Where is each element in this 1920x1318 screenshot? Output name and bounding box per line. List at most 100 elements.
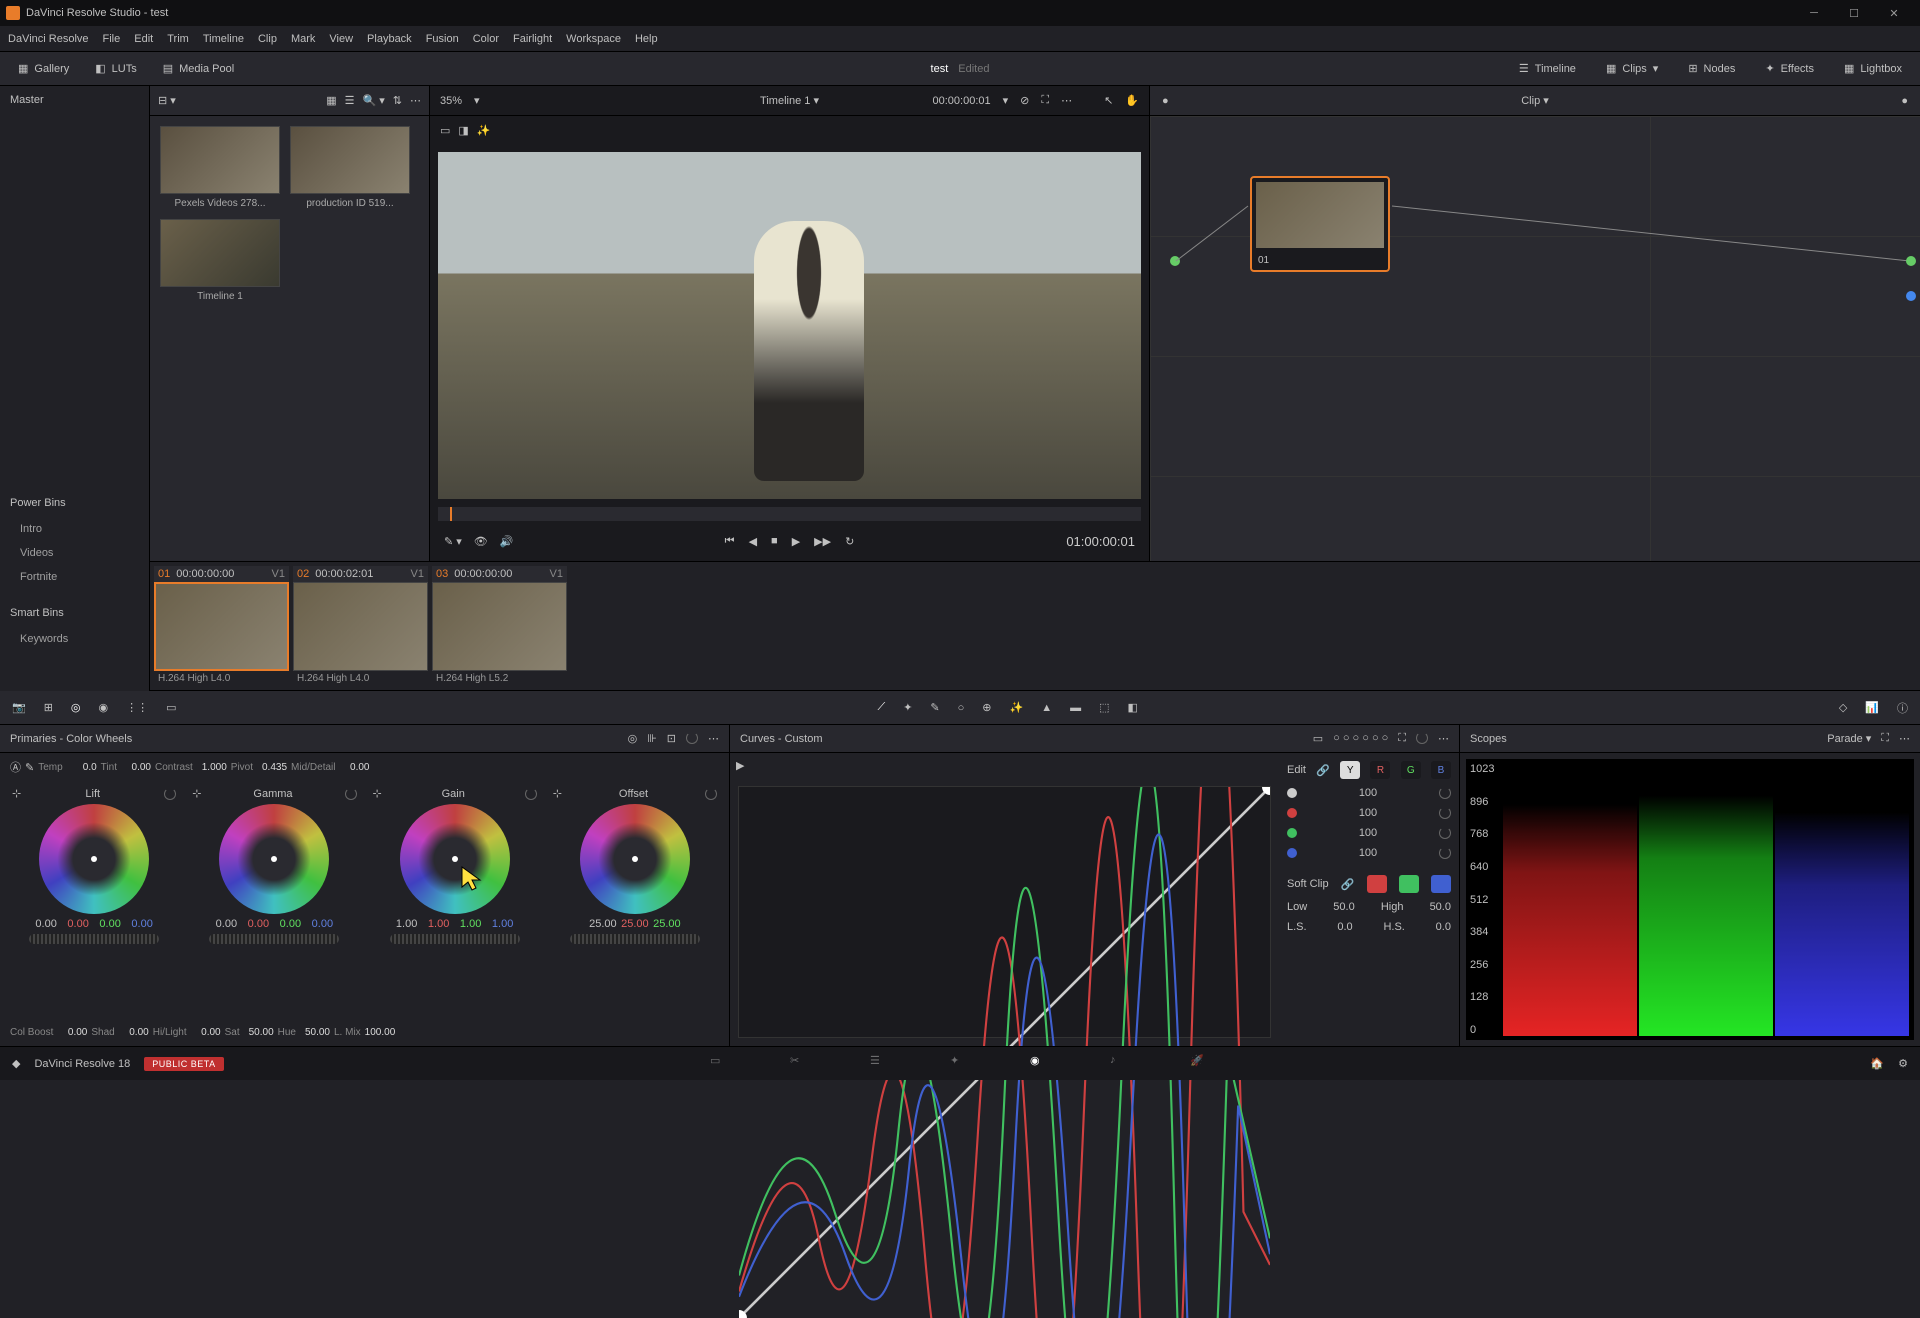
thumb-view-icon[interactable]: ▦ [326,94,336,107]
tint-value[interactable]: 0.00 [121,762,151,773]
scopes-icon[interactable]: 📊 [1865,701,1879,714]
channel-r-button[interactable]: R [1370,761,1390,779]
pivot-value[interactable]: 0.435 [257,762,287,773]
primaries-reset-icon[interactable] [686,732,698,744]
softclip-hs[interactable]: 0.0 [1436,921,1451,933]
wheel-mode-icon[interactable]: ◎ [628,732,638,745]
home-logo-icon[interactable]: ◆ [12,1057,20,1070]
menu-view[interactable]: View [329,33,353,45]
menu-color[interactable]: Color [473,33,499,45]
image-wipe-icon[interactable]: ▭ [440,124,450,137]
softclip-ls[interactable]: 0.0 [1337,921,1352,933]
wheel-jog[interactable] [390,934,520,944]
keyframe-icon[interactable]: ◇ [1839,701,1847,714]
3d-icon[interactable]: ◧ [1128,701,1138,714]
wheel-jog[interactable] [29,934,159,944]
node-graph[interactable]: 01 [1150,116,1920,561]
menu-file[interactable]: File [103,33,121,45]
search-icon[interactable]: 🔍 ▾ [363,94,385,107]
wheel-picker-icon[interactable]: ⊹ [373,787,382,800]
wheel-values[interactable]: 0.000.000.000.00 [212,918,336,930]
list-view-icon[interactable]: ☰ [345,94,355,107]
power-bins-header[interactable]: Power Bins [0,489,149,517]
sizing-icon[interactable]: ⬚ [1099,701,1109,714]
wheel-reset-icon[interactable] [345,788,357,800]
mediapool-button[interactable]: ▤ Media Pool [155,58,242,79]
node-output[interactable] [1906,256,1916,266]
viewer-scrubber[interactable] [438,507,1141,521]
menu-trim[interactable]: Trim [167,33,189,45]
expand-icon[interactable]: ⛶ [1041,94,1049,107]
first-frame-button[interactable]: ⏮ [725,535,735,548]
intensity-g[interactable]: 100 [1359,827,1377,839]
hdr-wheels-icon[interactable]: ◉ [99,701,109,714]
maximize-button[interactable]: ☐ [1834,0,1874,26]
color-wheel-lift[interactable] [39,804,149,914]
window-icon[interactable]: ○ [958,702,965,714]
softclip-link-icon[interactable]: 🔗 [1341,878,1355,891]
contrast-value[interactable]: 1.000 [197,762,227,773]
magic-mask-icon[interactable]: ✨ [1010,701,1024,714]
hand-tool-icon[interactable]: ✋ [1125,94,1139,107]
clips-button[interactable]: ▦ Clips ▾ [1598,58,1666,79]
viewer-options-icon[interactable]: ⋯ [1061,94,1072,107]
softclip-high[interactable]: 50.0 [1430,901,1451,913]
sort-icon[interactable]: ⇅ [393,94,402,107]
curves-reset-icon[interactable] [1416,732,1428,744]
media-thumb[interactable]: Pexels Videos 278... [160,126,280,209]
wheel-picker-icon[interactable]: ⊹ [553,787,562,800]
pick-white-icon[interactable]: ✎ [25,761,34,774]
warper-icon[interactable]: ✦ [903,701,912,714]
colboost-value[interactable]: 0.00 [57,1027,87,1038]
wheel-jog[interactable] [209,934,339,944]
smart-bins-header[interactable]: Smart Bins [0,599,149,627]
deliver-page-icon[interactable]: 🚀 [1190,1054,1210,1074]
channel-b-button[interactable]: B [1431,761,1451,779]
link-channels-icon[interactable]: 🔗 [1316,764,1330,777]
color-wheel-gamma[interactable] [219,804,329,914]
color-page-icon[interactable]: ◉ [1030,1054,1050,1074]
hilight-value[interactable]: 0.00 [191,1027,221,1038]
scopes-options-icon[interactable]: ⋯ [1899,732,1910,745]
curves-expand-icon[interactable]: ⛶ [1398,732,1406,745]
scopes-expand-icon[interactable]: ⛶ [1881,732,1889,745]
hue-value[interactable]: 50.00 [300,1027,330,1038]
menu-workspace[interactable]: Workspace [566,33,621,45]
wheel-values[interactable]: 1.001.001.001.00 [393,918,517,930]
media-page-icon[interactable]: ▭ [710,1054,730,1074]
reset-r-icon[interactable] [1439,807,1451,819]
pointer-tool-icon[interactable]: ↖ [1104,94,1113,107]
effects-button[interactable]: ✦ Effects [1757,58,1822,79]
primaries-options-icon[interactable]: ⋯ [708,732,719,745]
color-wheel-offset[interactable] [580,804,690,914]
reset-b-icon[interactable] [1439,847,1451,859]
menu-playback[interactable]: Playback [367,33,412,45]
softclip-b-button[interactable] [1431,875,1451,893]
wheel-jog[interactable] [570,934,700,944]
wheel-picker-icon[interactable]: ⊹ [192,787,201,800]
menu-help[interactable]: Help [635,33,658,45]
eyedropper-icon[interactable]: ✎ ▾ [444,535,462,548]
node-output-alpha[interactable] [1906,291,1916,301]
menu-timeline[interactable]: Timeline [203,33,244,45]
node-input[interactable] [1170,256,1180,266]
curve-mode-icon[interactable]: ○ ○ ○ ○ ○ ○ [1333,732,1388,745]
media-thumb-timeline[interactable]: Timeline 1 [160,219,280,302]
wheel-reset-icon[interactable] [525,788,537,800]
stop-button[interactable]: ■ [771,535,778,547]
curve-graph[interactable] [738,786,1271,1038]
split-view-icon[interactable]: ◨ [458,124,468,137]
menu-clip[interactable]: Clip [258,33,277,45]
blur-icon[interactable]: ▲ [1041,702,1052,714]
fusion-page-icon[interactable]: ✦ [950,1054,970,1074]
zoom-dropdown-icon[interactable]: ▾ [474,94,480,107]
rgb-mixer-icon[interactable]: ⋮⋮ [126,701,148,714]
highlight-icon[interactable]: ✨ [477,124,491,137]
channel-y-button[interactable]: Y [1340,761,1360,779]
wheel-reset-icon[interactable] [705,788,717,800]
project-manager-icon[interactable]: 🏠 [1870,1057,1884,1070]
prev-frame-button[interactable]: ◀ [749,535,757,548]
edit-page-icon[interactable]: ☰ [870,1054,890,1074]
lightbox-button[interactable]: ▦ Lightbox [1836,58,1910,79]
loop-button[interactable]: ↻ [845,535,854,548]
